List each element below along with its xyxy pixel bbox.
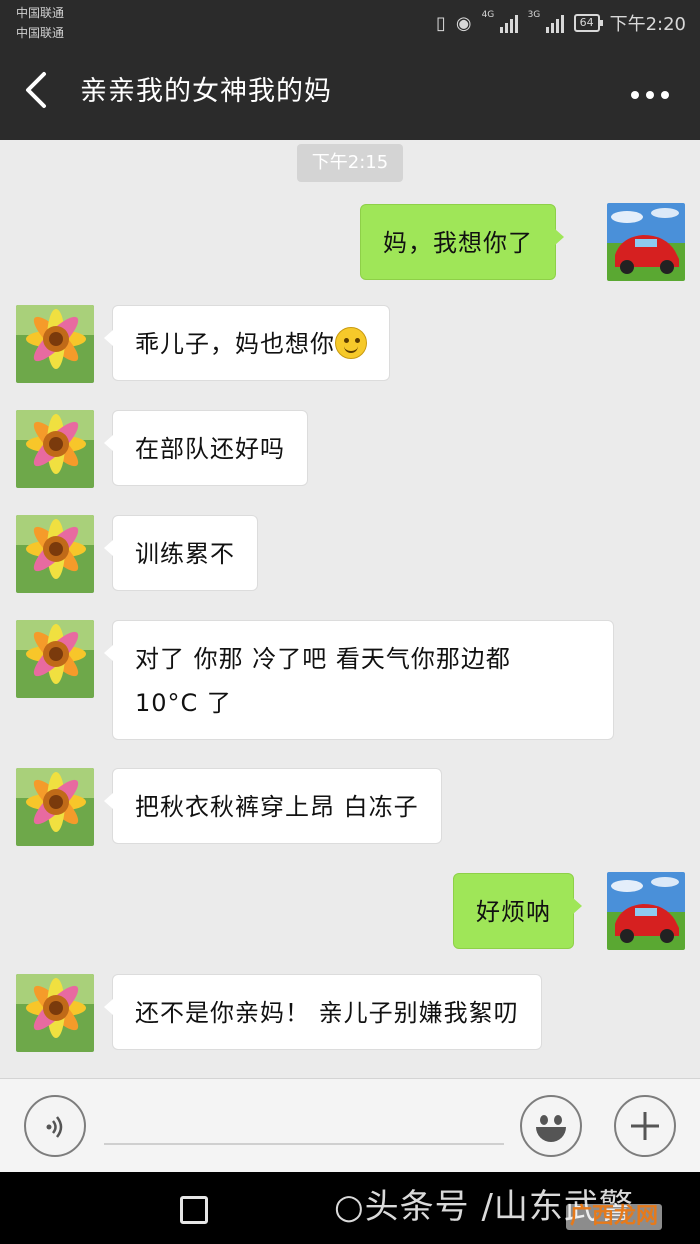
corner-watermark: 广西龙网 bbox=[566, 1204, 663, 1230]
vibrate-icon: ▯ bbox=[435, 12, 446, 34]
chevron-left-icon[interactable] bbox=[22, 70, 62, 116]
voice-icon[interactable] bbox=[24, 1095, 86, 1157]
network-type-1: 4G bbox=[481, 10, 495, 20]
smile-emoji-icon bbox=[335, 327, 367, 359]
carrier-label-2: 中国联通 bbox=[16, 26, 65, 40]
eye-icon: ◉ bbox=[455, 12, 472, 34]
message-text: 对了 你那 冷了吧 看天气你那边都 bbox=[135, 645, 511, 673]
message-text: 妈，我想你了 bbox=[383, 229, 533, 257]
chat-title: 亲亲我的女神我的妈 bbox=[80, 76, 332, 107]
message-list[interactable]: 下午2:15 妈，我想你了 乖儿子，妈也想你 在部队还好吗 训练累不 对了 你那… bbox=[0, 140, 700, 1078]
message-text: 把秋衣秋裤穿上昂 白冻子 bbox=[135, 793, 419, 821]
carrier-label-1: 中国联通 bbox=[16, 6, 65, 20]
message-bubble-received[interactable]: 乖儿子，妈也想你 bbox=[104, 305, 390, 381]
recent-apps-icon[interactable] bbox=[180, 1196, 208, 1224]
timestamp: 下午2:15 bbox=[297, 144, 403, 182]
contact-avatar[interactable] bbox=[16, 305, 94, 383]
clock: 下午2:20 bbox=[609, 14, 686, 35]
input-bar bbox=[0, 1078, 700, 1172]
plus-icon[interactable] bbox=[614, 1095, 676, 1157]
signal-3g-icon: 3G bbox=[527, 10, 564, 33]
signal-4g-icon: 4G bbox=[481, 10, 518, 33]
my-avatar[interactable] bbox=[607, 872, 685, 950]
message-bubble-sent[interactable]: 妈，我想你了 bbox=[360, 204, 564, 280]
message-text: 训练累不 bbox=[135, 540, 235, 568]
message-input[interactable] bbox=[104, 1143, 504, 1145]
contact-avatar[interactable] bbox=[16, 410, 94, 488]
message-bubble-received[interactable]: 对了 你那 冷了吧 看天气你那边都 10°C 了 bbox=[104, 620, 614, 740]
message-bubble-received[interactable]: 在部队还好吗 bbox=[104, 410, 308, 486]
network-type-2: 3G bbox=[527, 10, 541, 20]
message-text: 好烦呐 bbox=[476, 898, 551, 926]
message-bubble-received[interactable]: 训练累不 bbox=[104, 515, 258, 591]
message-text-line-2: 10°C 了 bbox=[135, 689, 232, 717]
contact-avatar[interactable] bbox=[16, 974, 94, 1052]
message-bubble-sent[interactable]: 好烦呐 bbox=[453, 873, 582, 949]
contact-avatar[interactable] bbox=[16, 768, 94, 846]
status-icons: ▯ ◉ 4G 3G 64 下午2:20 bbox=[436, 10, 686, 36]
contact-avatar[interactable] bbox=[16, 620, 94, 698]
emoji-icon[interactable] bbox=[520, 1095, 582, 1157]
more-dots-icon[interactable] bbox=[630, 76, 670, 106]
status-bar: 中国联通 中国联通 ▯ ◉ 4G 3G 64 下午2:20 bbox=[0, 0, 700, 46]
contact-avatar[interactable] bbox=[16, 515, 94, 593]
battery-icon: 64 bbox=[573, 14, 603, 32]
my-avatar[interactable] bbox=[607, 203, 685, 281]
message-text: 还不是你亲妈！ 亲儿子别嫌我絮叨 bbox=[135, 999, 519, 1027]
message-text: 在部队还好吗 bbox=[135, 435, 285, 463]
message-bubble-received[interactable]: 还不是你亲妈！ 亲儿子别嫌我絮叨 bbox=[104, 974, 542, 1050]
chat-header: 亲亲我的女神我的妈 bbox=[0, 46, 700, 140]
message-bubble-received[interactable]: 把秋衣秋裤穿上昂 白冻子 bbox=[104, 768, 442, 844]
message-text: 乖儿子，妈也想你 bbox=[135, 330, 335, 358]
